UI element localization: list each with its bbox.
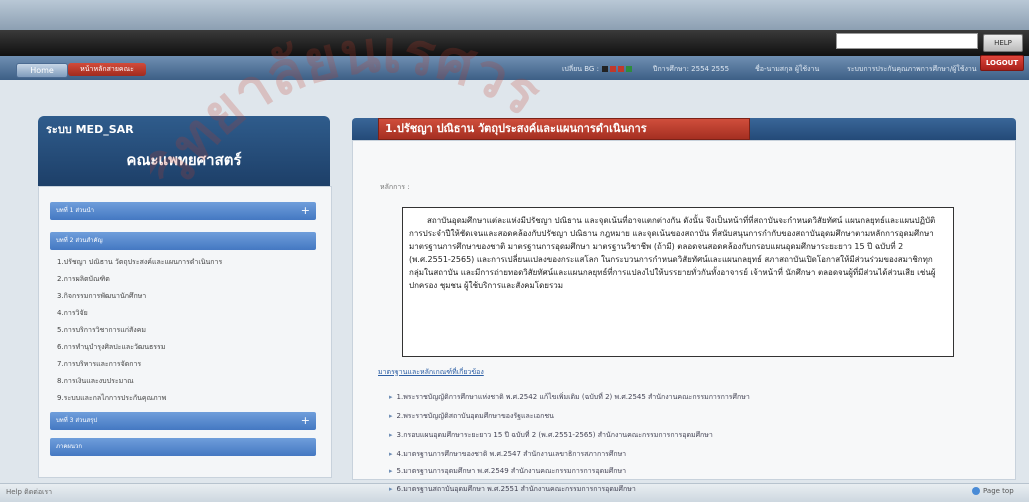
- reference-text: 6.มาตรฐานสถาบันอุดมศึกษา พ.ศ.2551 สำนักง…: [396, 485, 636, 493]
- top-banner: [0, 0, 1029, 30]
- reference-link[interactable]: ▸ 3.กรอบแผนอุดมศึกษาระยะยาว 15 ปี ฉบับที่…: [389, 430, 713, 441]
- reference-text: 1.พระราชบัญญัติการศึกษาแห่งชาติ พ.ศ.2542…: [396, 393, 750, 401]
- section-label: หลักการ :: [380, 183, 410, 191]
- bullet-icon: ▸: [389, 467, 393, 475]
- footer-help-link[interactable]: Help ติดต่อเรา: [6, 487, 52, 498]
- reference-link[interactable]: ▸ 1.พระราชบัญญัติการศึกษาแห่งชาติ พ.ศ.254…: [389, 392, 750, 403]
- accordion-chapter-2[interactable]: บทที่ 2 ส่วนสำคัญ: [50, 232, 316, 250]
- bg-color-red-2[interactable]: [618, 66, 625, 72]
- accordion-label: ภาคผนวก: [56, 443, 82, 450]
- sidebar-item-8[interactable]: 8.การเงินและงบประมาณ: [57, 376, 134, 387]
- reference-text: 4.มาตรฐานการศึกษาของชาติ พ.ศ.2547 สำนักง…: [396, 450, 627, 458]
- reference-link[interactable]: ▸ 6.มาตรฐานสถาบันอุดมศึกษา พ.ศ.2551 สำนัก…: [389, 484, 636, 495]
- bullet-icon: ▸: [389, 393, 393, 401]
- bullet-icon: ▸: [389, 485, 393, 493]
- bullet-icon: ▸: [389, 431, 393, 439]
- accordion-appendix[interactable]: ภาคผนวก: [50, 438, 316, 456]
- accordion-label: บทที่ 1 ส่วนนำ: [56, 207, 94, 214]
- reference-text: 2.พระราชบัญญัติสถาบันอุดมศึกษาของรัฐและเ…: [396, 412, 554, 420]
- bullet-icon: ▸: [389, 412, 393, 420]
- sidebar-item-6[interactable]: 6.การทำนุบำรุงศิลปะและวัฒนธรรม: [57, 342, 165, 353]
- plus-icon: +: [300, 414, 310, 427]
- reference-text: 3.กรอบแผนอุดมศึกษาระยะยาว 15 ปี ฉบับที่ …: [396, 431, 713, 439]
- nav-faculty-button[interactable]: หน้าหลักสายคณะ: [68, 63, 146, 76]
- role-text: ระบบการประกันคุณภาพการศึกษา/ผู้ใช้งาน: [847, 65, 977, 73]
- sidebar-item-1[interactable]: 1.ปรัชญา ปณิธาน วัตถุประสงค์และแผนการดำเ…: [57, 257, 222, 268]
- bg-color-green[interactable]: [626, 66, 633, 72]
- year-text: ปีการศึกษา: 2554 2555: [653, 65, 730, 73]
- user-text: ชื่อ-นามสกุล ผู้ใช้งาน: [755, 65, 820, 73]
- sidebar-item-7[interactable]: 7.การบริหารและการจัดการ: [57, 359, 141, 370]
- bg-switcher: เปลี่ยน BG :: [562, 64, 633, 75]
- accordion-chapter-1[interactable]: บทที่ 1 ส่วนนำ +: [50, 202, 316, 220]
- accordion-label: บทที่ 3 ส่วนสรุป: [56, 417, 98, 424]
- bg-label: เปลี่ยน BG :: [562, 65, 599, 73]
- sidebar-item-3[interactable]: 3.กิจกรรมการพัฒนานักศึกษา: [57, 291, 146, 302]
- bullet-icon: ▸: [389, 450, 393, 458]
- plus-icon: +: [300, 204, 310, 217]
- sidebar-item-4[interactable]: 4.การวิจัย: [57, 308, 88, 319]
- page-top-link[interactable]: Page top: [972, 487, 1014, 495]
- nav-home-button[interactable]: Home: [16, 63, 68, 78]
- faculty-title: คณะแพทยศาสตร์: [126, 151, 242, 169]
- sidebar-item-5[interactable]: 5.การบริการวิชาการแก่สังคม: [57, 325, 146, 336]
- system-title: ระบบ MED_SAR: [46, 123, 134, 136]
- references-heading: มาตรฐานและหลักเกณฑ์ที่เกี่ยวข้อง: [378, 368, 484, 376]
- bg-color-black[interactable]: [602, 66, 609, 72]
- reference-link[interactable]: ▸ 2.พระราชบัญญัติสถาบันอุดมศึกษาของรัฐและ…: [389, 411, 554, 422]
- reference-link[interactable]: ▸ 5.มาตรฐานการอุดมศึกษา พ.ศ.2549 สำนักงาน…: [389, 466, 626, 477]
- reference-link[interactable]: ▸ 4.มาตรฐานการศึกษาของชาติ พ.ศ.2547 สำนัก…: [389, 449, 626, 460]
- sidebar-item-9[interactable]: 9.ระบบและกลไกการประกันคุณภาพ: [57, 393, 166, 404]
- page-top-label: Page top: [983, 487, 1014, 495]
- bg-color-red[interactable]: [610, 66, 617, 72]
- content-title: 1.ปรัชญา ปณิธาน วัตถุประสงค์และแผนการดำเ…: [378, 118, 750, 140]
- sidebar-item-2[interactable]: 2.การผลิตบัณฑิต: [57, 274, 110, 285]
- reference-text: 5.มาตรฐานการอุดมศึกษา พ.ศ.2549 สำนักงานค…: [396, 467, 627, 475]
- help-button[interactable]: HELP: [983, 34, 1023, 52]
- accordion-chapter-3[interactable]: บทที่ 3 ส่วนสรุป +: [50, 412, 316, 430]
- vision-text: สถาบันอุดมศึกษาแต่ละแห่งมีปรัชญา ปณิธาน …: [402, 207, 954, 357]
- logout-button[interactable]: LOGOUT: [980, 55, 1024, 71]
- search-input[interactable]: [836, 33, 978, 49]
- accordion-label: บทที่ 2 ส่วนสำคัญ: [56, 237, 103, 244]
- arrow-up-icon: [972, 487, 980, 495]
